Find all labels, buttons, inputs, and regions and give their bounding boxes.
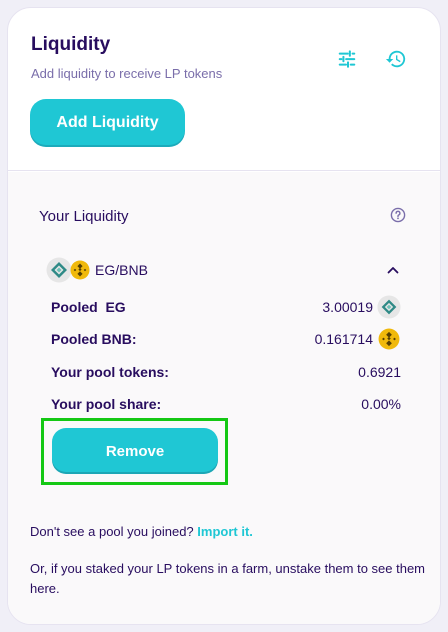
detail-label: Pooled EG — [51, 299, 126, 315]
pooled-eg-row: Pooled EG 3.00019 — [51, 295, 401, 319]
add-liquidity-button[interactable]: Add Liquidity — [30, 99, 185, 147]
eg-token-icon — [377, 295, 401, 319]
farm-note: Or, if you staked your LP tokens in a fa… — [30, 561, 426, 596]
page-title: Liquidity — [31, 34, 111, 55]
history-button[interactable] — [383, 46, 409, 72]
pool-pair-row[interactable]: EG/BNB — [46, 257, 401, 283]
question-icon[interactable] — [390, 207, 406, 223]
liquidity-card: Liquidity Add liquidity to receive LP to… — [7, 7, 441, 625]
eg-token-icon — [46, 257, 72, 283]
import-link[interactable]: Import it. — [197, 524, 253, 539]
liquidity-header: Liquidity Add liquidity to receive LP to… — [8, 8, 440, 171]
settings-sliders-icon — [338, 50, 356, 68]
your-liquidity-heading: Your Liquidity — [39, 208, 129, 225]
pool-tokens-row: Your pool tokens: 0.6921 — [51, 360, 401, 384]
history-icon — [385, 50, 406, 68]
pair-name: EG/BNB — [95, 262, 148, 278]
detail-value: 0.6921 — [358, 364, 401, 380]
detail-label: Your pool tokens: — [51, 364, 169, 380]
detail-value: 3.00019 — [322, 299, 373, 315]
detail-label: Your pool share: — [51, 396, 162, 412]
chevron-up-icon[interactable] — [385, 262, 401, 278]
bnb-token-icon — [70, 260, 90, 280]
import-prompt-text: Don't see a pool you joined? — [30, 524, 194, 539]
pooled-bnb-row: Pooled BNB: 0.161714 — [51, 327, 401, 351]
remove-button[interactable]: Remove — [52, 428, 218, 474]
bnb-token-icon — [378, 328, 400, 350]
settings-button[interactable] — [334, 46, 360, 72]
import-prompt-line: Don't see a pool you joined? Import it. — [30, 522, 253, 542]
pool-share-row: Your pool share: 0.00% — [51, 392, 401, 416]
detail-value: 0.00% — [361, 396, 401, 412]
page-subtitle: Add liquidity to receive LP tokens — [31, 66, 223, 81]
pair-logos — [46, 257, 96, 283]
detail-label: Pooled BNB: — [51, 331, 137, 347]
detail-value: 0.161714 — [314, 331, 373, 347]
your-liquidity-section: Your Liquidity EG/BNB Pooled EG 3.00019 … — [8, 172, 440, 624]
